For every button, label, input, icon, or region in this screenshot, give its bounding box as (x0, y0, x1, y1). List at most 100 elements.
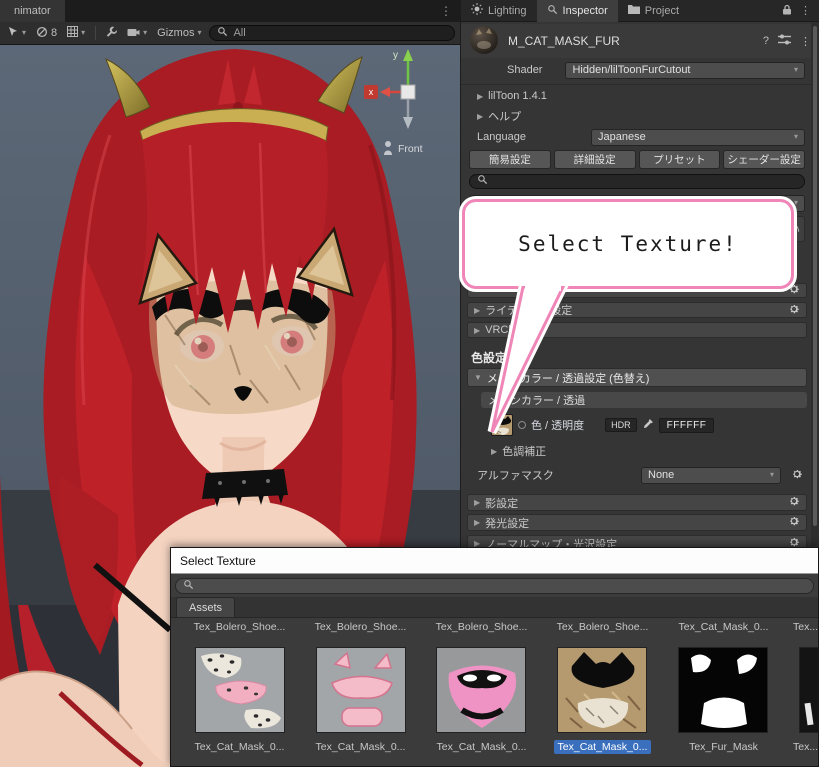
speech-bubble-text: Select Texture! (518, 232, 738, 256)
texture-label[interactable]: Tex_Bolero_Shoe... (300, 620, 421, 634)
material-preview-sphere[interactable] (469, 25, 499, 58)
texture-thumbnail[interactable] (557, 647, 647, 733)
texture-thumbnail[interactable] (316, 647, 406, 733)
texture-item-label[interactable]: Tex_Cat_Mask_0... (300, 740, 421, 754)
main-texture-slot[interactable] (491, 414, 513, 436)
texture-label[interactable]: Tex_Cat_Mask_0... (663, 620, 784, 634)
inspector-scrollbar[interactable] (811, 22, 819, 546)
main-color-section-header[interactable]: ▼ メインカラー / 透過設定 (色替え) (467, 368, 807, 387)
toolbar-divider (95, 26, 96, 40)
scene-search-value: All (233, 27, 245, 39)
texture-item-label[interactable]: Tex_Cat_Mask_0... (542, 740, 663, 754)
panel-menu-icon[interactable]: ⋮ (432, 4, 460, 18)
texture-label[interactable]: Tex_Bolero_Shoe... (179, 620, 300, 634)
material-name: M_CAT_MASK_FUR (508, 34, 620, 48)
foldout-arrow-icon: ▶ (477, 92, 483, 101)
grid-toggle[interactable]: ▾ (65, 25, 87, 41)
texture-thumbnail[interactable] (799, 647, 819, 733)
vrchat-label: VRCha (485, 324, 520, 336)
scene-tools-button[interactable] (104, 25, 119, 41)
shadow-settings-row[interactable]: ▶ 影設定 (467, 494, 807, 511)
alpha-mask-value: None (648, 469, 674, 481)
texture-item-label[interactable]: Tex... (789, 740, 819, 754)
vrchat-row[interactable]: ▶ VRCha (467, 322, 807, 338)
tab-label: Inspector (563, 5, 608, 17)
help-icon[interactable]: ? (763, 35, 769, 47)
texture-thumbnail[interactable] (678, 647, 768, 733)
chevron-down-icon: ▾ (794, 199, 798, 207)
hdr-badge[interactable]: HDR (605, 418, 637, 432)
texture-thumbnail[interactable] (436, 647, 526, 733)
simple-settings-button[interactable]: 簡易設定 (469, 150, 551, 169)
texture-item-label[interactable]: Tex_Cat_Mask_0... (421, 740, 542, 754)
scrollbar-thumb[interactable] (813, 26, 817, 526)
dialog-search-input[interactable] (175, 578, 814, 594)
eyedropper-icon[interactable] (642, 418, 654, 433)
tab-menu-icon[interactable]: ⋮ (800, 4, 811, 17)
chevron-down-icon: ▾ (794, 133, 798, 141)
foldout-liltoon-version[interactable]: ▶ lilToon 1.4.1 (469, 88, 805, 104)
inspector-icon (547, 4, 558, 18)
detailed-settings-button[interactable]: 詳細設定 (554, 150, 636, 169)
more-menu-icon[interactable]: ⋮ (800, 35, 811, 48)
camera-settings-button[interactable]: ▾ (125, 26, 149, 41)
unity-editor-window: nimator ⋮ ▾ 8 ▾ ▾ Gizmos ▾ All (0, 0, 819, 767)
preset-button[interactable]: プリセット (639, 150, 721, 169)
top-tab-bar: nimator ⋮ (0, 0, 460, 22)
cursor-tool-icon (7, 26, 19, 41)
color-hex-field[interactable]: FFFFFF (659, 418, 715, 433)
gear-icon[interactable] (788, 283, 800, 298)
tab-animator[interactable]: nimator (0, 0, 65, 22)
alpha-mask-dropdown[interactable]: None ▾ (641, 467, 781, 484)
tab-inspector[interactable]: Inspector (537, 0, 618, 22)
main-color-subheader: メインカラー / 透過 (481, 392, 807, 408)
language-dropdown[interactable]: Japanese ▾ (591, 129, 805, 146)
gizmo-front-label: Front (398, 143, 423, 155)
texture-thumbnail[interactable] (195, 647, 285, 733)
shader-settings-button[interactable]: シェーダー設定 (723, 150, 805, 169)
chevron-down-icon: ▾ (770, 471, 774, 479)
texture-item-label[interactable]: Tex_Fur_Mask (663, 740, 784, 754)
presets-icon[interactable] (778, 34, 791, 48)
foldout-label: lilToon 1.4.1 (488, 90, 547, 102)
gear-icon[interactable] (788, 495, 800, 510)
wrench-icon (106, 26, 117, 40)
foldout-arrow-icon: ▶ (474, 518, 480, 527)
texture-label[interactable]: Tex_Bolero_Shoe... (421, 620, 542, 634)
tab-lighting[interactable]: Lighting (461, 0, 537, 22)
lock-icon[interactable] (782, 4, 792, 18)
assets-tab[interactable]: Assets (176, 597, 235, 617)
texture-item-label[interactable]: Tex_Cat_Mask_0... (179, 740, 300, 754)
color-settings-heading: 色設定 (471, 349, 507, 366)
shadow-settings-label: 影設定 (485, 495, 518, 511)
gizmo-y-label: y (393, 50, 398, 61)
gear-icon[interactable] (791, 471, 803, 483)
view-tool-button[interactable]: ▾ (5, 25, 28, 42)
tab-project[interactable]: Project (618, 0, 689, 22)
scene-search-input[interactable]: All (209, 25, 455, 41)
dialog-tab-strip: Assets (171, 597, 818, 618)
foldout-help[interactable]: ▶ ヘルプ (469, 108, 805, 124)
lighting-settings-row[interactable]: ▶ ライティング設定 (467, 302, 807, 318)
gear-icon[interactable] (788, 303, 800, 318)
scene-visibility-toggle[interactable]: 8 (34, 25, 59, 42)
texture-label[interactable]: Tex_Bolero_Shoe... (542, 620, 663, 634)
color-alpha-label: 色 / 透明度 (531, 417, 584, 433)
texture-label[interactable]: Tex... (789, 620, 819, 634)
emission-settings-row[interactable]: ▶ 発光設定 (467, 514, 807, 531)
texture-grid: Tex_Bolero_Shoe... Tex_Bolero_Shoe... Te… (171, 618, 818, 766)
gear-icon[interactable] (788, 515, 800, 530)
object-picker-icon[interactable] (518, 421, 526, 429)
gizmos-dropdown[interactable]: Gizmos ▾ (155, 26, 203, 40)
shader-dropdown[interactable]: Hidden/lilToonFurCutout ▾ (565, 62, 805, 79)
gizmos-label: Gizmos (157, 27, 194, 39)
main-color-header-label: メインカラー / 透過設定 (色替え) (487, 370, 650, 386)
dialog-title-text: Select Texture (180, 554, 256, 568)
inspector-search-input[interactable] (469, 174, 805, 189)
tone-correction-foldout[interactable]: ▶ 色調補正 (469, 444, 805, 458)
foldout-arrow-icon: ▶ (474, 306, 480, 315)
shader-value: Hidden/lilToonFurCutout (572, 64, 690, 76)
main-color-sub-label: メインカラー / 透過 (488, 392, 585, 408)
lighting-settings-label: ライティング設定 (485, 302, 572, 318)
chevron-down-icon: ▾ (22, 29, 26, 37)
